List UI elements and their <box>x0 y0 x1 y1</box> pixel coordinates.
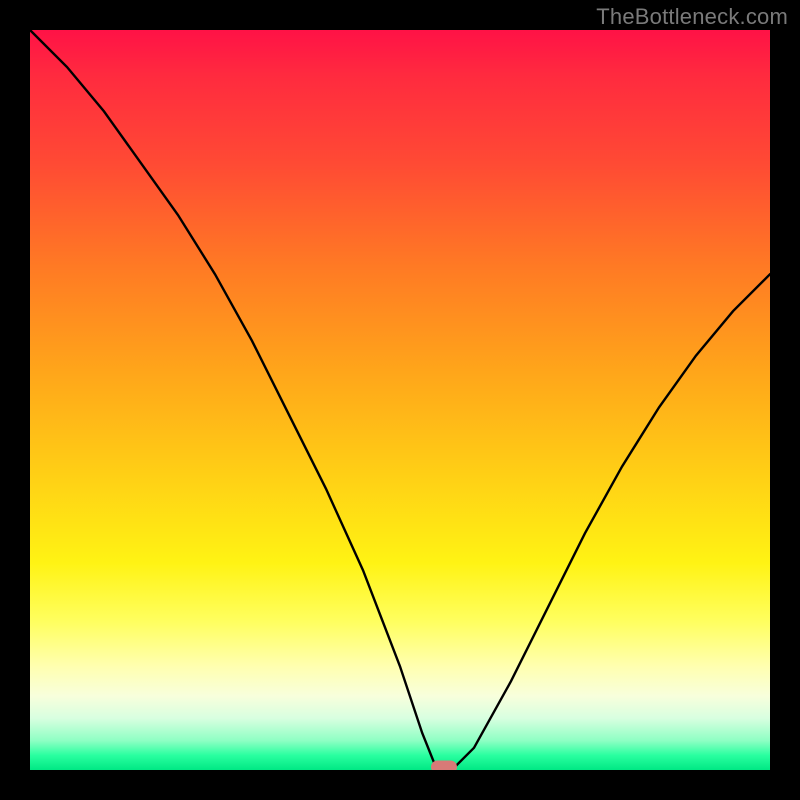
chart-frame: TheBottleneck.com <box>0 0 800 800</box>
watermark-text: TheBottleneck.com <box>596 4 788 30</box>
plot-area <box>30 30 770 770</box>
bottleneck-curve-path <box>30 30 770 770</box>
curve-svg <box>30 30 770 770</box>
optimal-marker <box>431 761 457 771</box>
